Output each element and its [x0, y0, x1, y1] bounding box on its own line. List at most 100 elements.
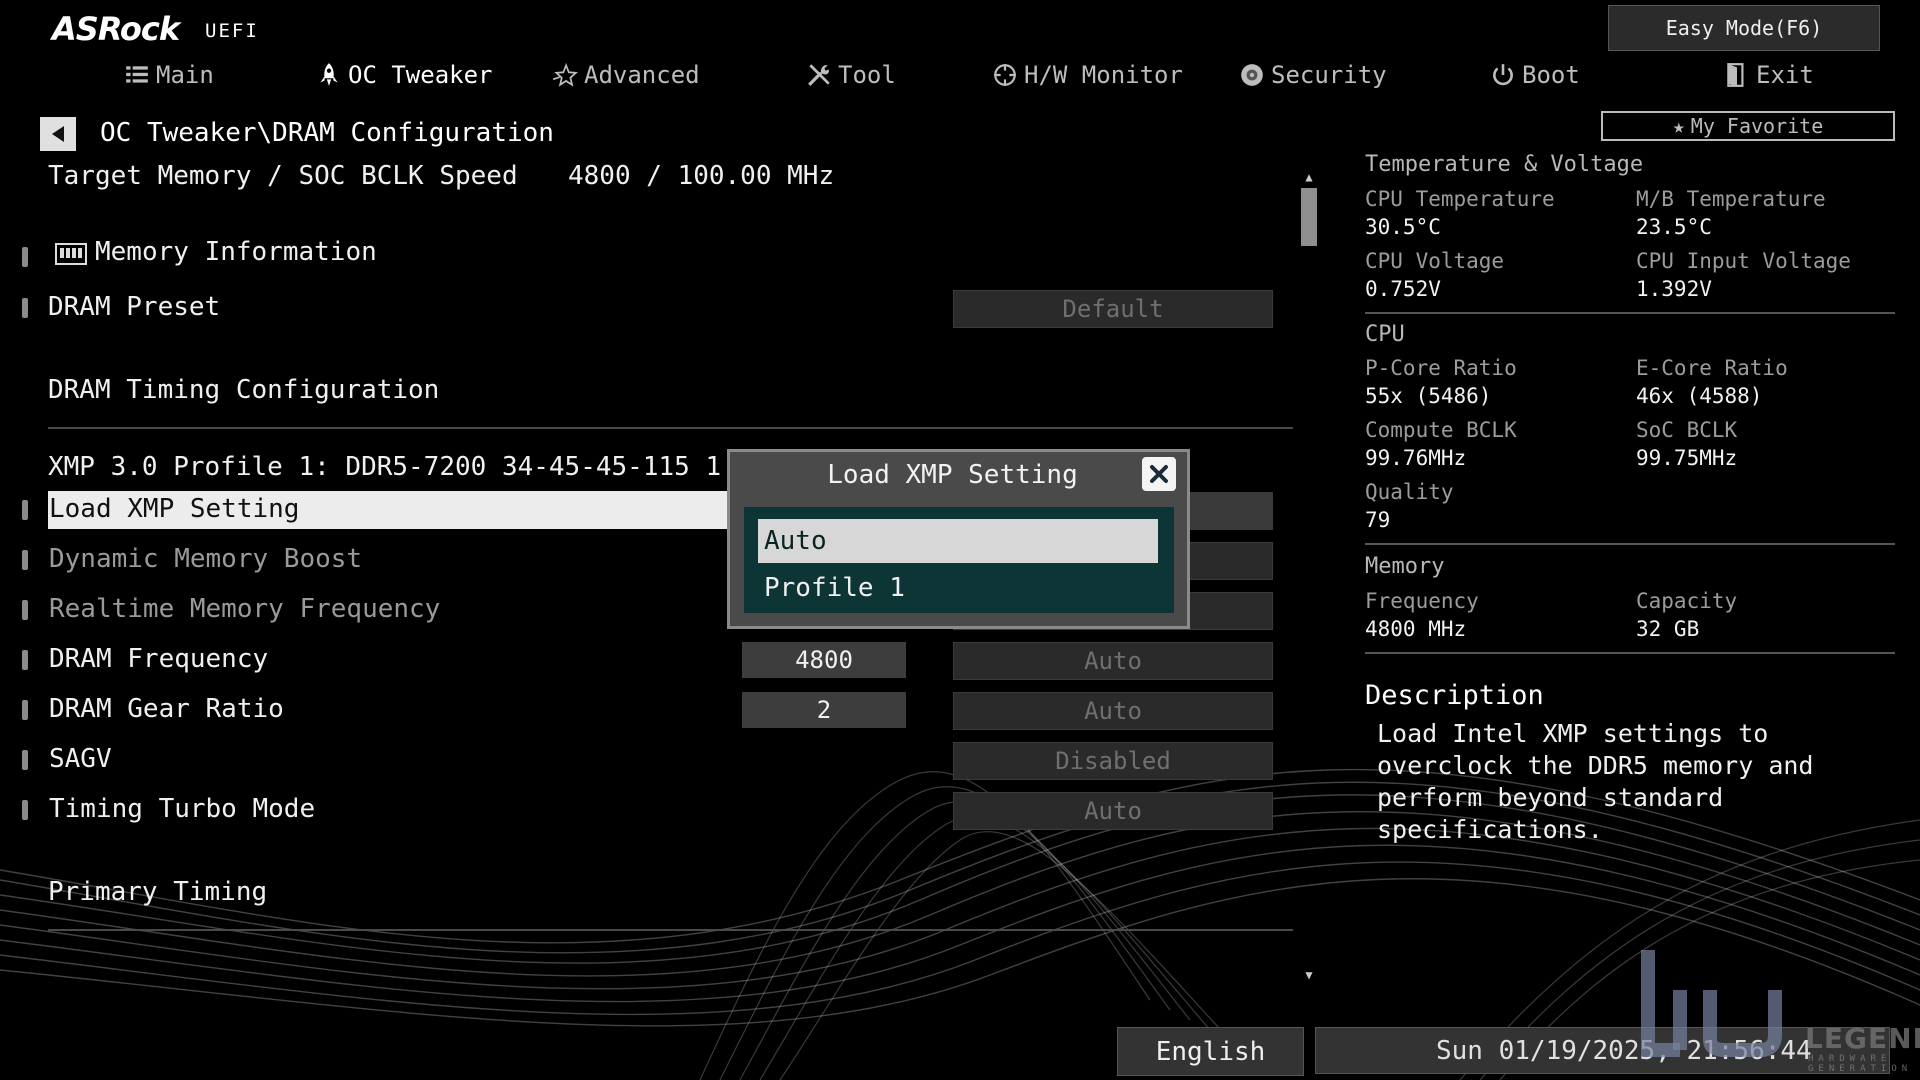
row-bullet: [22, 550, 28, 570]
mb-temp-label: M/B Temperature: [1636, 187, 1826, 211]
cpu-temp-label: CPU Temperature: [1365, 187, 1555, 211]
row-bullet: [22, 800, 28, 820]
section-divider: [48, 929, 1293, 931]
tab-label: Advanced: [584, 61, 700, 89]
scroll-up-arrow-icon[interactable]: ▲: [1302, 170, 1316, 184]
tab-security[interactable]: Security: [1239, 58, 1387, 92]
star-icon: ★: [1672, 114, 1685, 138]
tab-oc-tweaker[interactable]: OC Tweaker: [316, 58, 493, 92]
cpu-temp-value: 30.5°C: [1365, 215, 1441, 239]
tab-exit[interactable]: Exit: [1724, 58, 1814, 92]
tab-main[interactable]: Main: [124, 58, 214, 92]
mem-capacity-value: 32 GB: [1636, 617, 1700, 641]
row-bullet: [22, 298, 28, 318]
row-bullet: [22, 500, 28, 520]
dram-preset-label: DRAM Preset: [48, 292, 221, 322]
uefi-label: UEFI: [205, 20, 259, 42]
tab-boot[interactable]: Boot: [1490, 58, 1580, 92]
tab-hw-monitor[interactable]: H/W Monitor: [992, 58, 1183, 92]
my-favorite-label: My Favorite: [1690, 114, 1824, 138]
tab-tool[interactable]: Tool: [806, 58, 896, 92]
turbo-mode-select[interactable]: Auto: [953, 792, 1273, 830]
memory-chip-icon: [55, 241, 87, 271]
tab-label: OC Tweaker: [348, 61, 493, 89]
panel-divider: [1365, 652, 1895, 654]
dram-frequency-select[interactable]: Auto: [953, 642, 1273, 680]
description-text: Load Intel XMP settings to overclock the…: [1377, 719, 1814, 844]
tab-label: H/W Monitor: [1024, 61, 1183, 89]
row-bullet: [22, 700, 28, 720]
my-favorite-button[interactable]: ★ My Favorite: [1601, 111, 1895, 141]
load-xmp-dialog: Load XMP Setting Auto Profile 1: [727, 449, 1190, 629]
description-heading: Description: [1365, 680, 1544, 711]
dram-preset-select[interactable]: Default: [953, 290, 1273, 328]
tab-label: Exit: [1756, 61, 1814, 89]
exit-icon: [1727, 63, 1744, 87]
turbo-mode-label: Timing Turbo Mode: [49, 794, 316, 824]
back-button[interactable]: [40, 117, 76, 151]
dialog-option-list: Auto Profile 1: [744, 507, 1174, 613]
tab-advanced[interactable]: Advanced: [552, 58, 700, 92]
tab-label: Tool: [838, 61, 896, 89]
ecore-value: 46x (4588): [1636, 384, 1763, 408]
scroll-thumb[interactable]: [1301, 188, 1317, 246]
scrollbar[interactable]: [1301, 170, 1317, 985]
mb-temp-value: 23.5°C: [1636, 215, 1712, 239]
ecore-label: E-Core Ratio: [1636, 356, 1788, 380]
watermark-brand: LEGEND: [1805, 1022, 1920, 1055]
row-bullet: [22, 650, 28, 670]
cpu-heading: CPU: [1365, 322, 1405, 347]
mem-frequency-label: Frequency: [1365, 589, 1479, 613]
scroll-down-arrow-icon[interactable]: ▼: [1302, 968, 1316, 982]
breadcrumb: OC Tweaker\DRAM Configuration: [100, 118, 554, 148]
cpu-input-voltage-label: CPU Input Voltage: [1636, 249, 1851, 273]
quality-label: Quality: [1365, 480, 1454, 504]
target-speed-label: Target Memory / SOC BCLK Speed: [48, 161, 518, 191]
primary-timing-heading: Primary Timing: [48, 877, 268, 907]
dram-frequency-value[interactable]: 4800: [742, 642, 906, 678]
cpu-input-voltage-value: 1.392V: [1636, 277, 1712, 301]
gear-ratio-value[interactable]: 2: [742, 692, 906, 728]
back-arrow-icon: [52, 126, 64, 142]
compute-bclk-value: 99.76MHz: [1365, 446, 1467, 470]
mem-frequency-value: 4800 MHz: [1365, 617, 1467, 641]
gear-ratio-select[interactable]: Auto: [953, 692, 1273, 730]
dialog-option-auto[interactable]: Auto: [758, 519, 1158, 563]
pcore-label: P-Core Ratio: [1365, 356, 1517, 380]
tools-icon: [808, 64, 830, 86]
watermark-subtitle: HARDWARE GENERATION: [1808, 1054, 1913, 1074]
star-icon: [552, 62, 578, 87]
watermark-logo: [1641, 950, 1782, 1057]
memory-information-item[interactable]: Memory Information: [95, 237, 377, 267]
tab-label: Boot: [1522, 61, 1580, 89]
pcore-value: 55x (5486): [1365, 384, 1492, 408]
close-button[interactable]: [1142, 457, 1176, 491]
dialog-option-profile-1[interactable]: Profile 1: [764, 573, 905, 603]
power-icon: [1493, 64, 1513, 86]
row-bullet: [22, 750, 28, 770]
dialog-title: Load XMP Setting: [827, 460, 1078, 490]
asrock-logo: ASRock: [52, 10, 180, 48]
load-xmp-label[interactable]: Load XMP Setting: [49, 494, 299, 524]
tab-label: Security: [1271, 61, 1387, 89]
soc-bclk-label: SoC BCLK: [1636, 418, 1738, 442]
panel-divider: [1365, 312, 1895, 314]
sagv-select[interactable]: Disabled: [953, 742, 1273, 780]
target-speed-value: 4800 / 100.00 MHz: [568, 161, 835, 191]
mem-capacity-label: Capacity: [1636, 589, 1738, 613]
tab-label: Main: [156, 61, 214, 89]
soc-bclk-value: 99.75MHz: [1636, 446, 1738, 470]
compute-bclk-label: Compute BCLK: [1365, 418, 1517, 442]
language-button[interactable]: English: [1117, 1027, 1304, 1076]
dram-frequency-label: DRAM Frequency: [49, 644, 269, 674]
row-bullet: [22, 600, 28, 620]
crosshair-icon: [994, 64, 1016, 86]
timing-config-heading: DRAM Timing Configuration: [48, 375, 440, 405]
realtime-freq-label: Realtime Memory Frequency: [49, 594, 441, 624]
close-icon: [1150, 465, 1168, 483]
shield-icon: [1241, 64, 1263, 86]
panel-divider: [1365, 543, 1895, 545]
list-icon: [126, 66, 148, 83]
dynamic-boost-label: Dynamic Memory Boost: [49, 544, 363, 574]
easy-mode-button[interactable]: Easy Mode(F6): [1608, 5, 1880, 51]
